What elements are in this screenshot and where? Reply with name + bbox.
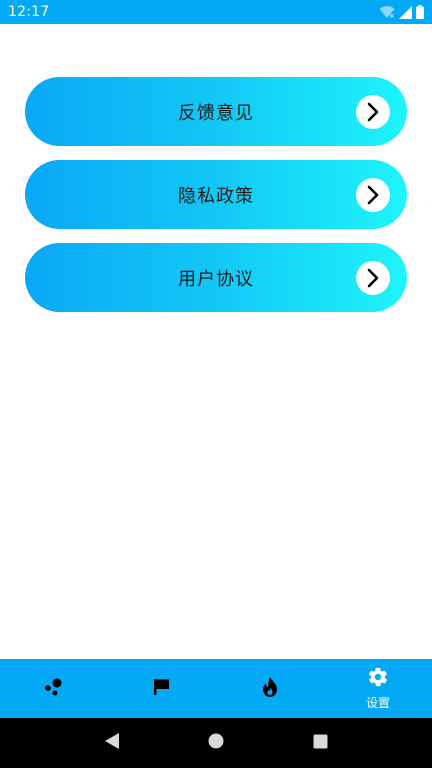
- nav-item-flag[interactable]: [108, 659, 216, 718]
- bottom-nav: 设置: [0, 659, 432, 718]
- battery-icon: [416, 5, 424, 19]
- recents-icon[interactable]: [313, 734, 328, 753]
- user-agreement-button[interactable]: 用户协议: [25, 243, 407, 312]
- feedback-label: 反馈意见: [178, 102, 254, 124]
- status-time: 12:17: [8, 4, 50, 20]
- home-icon[interactable]: [208, 733, 224, 753]
- chevron-right-icon: [356, 177, 390, 212]
- nav-item-settings[interactable]: 设置: [324, 659, 432, 718]
- dots-icon: [43, 677, 65, 701]
- settings-menu: 反馈意见 隐私政策 用户协议: [25, 77, 407, 326]
- wifi-icon: ×: [379, 5, 395, 19]
- nav-item-dots[interactable]: [0, 659, 108, 718]
- feedback-button[interactable]: 反馈意见: [25, 77, 407, 146]
- flame-icon: [260, 676, 280, 702]
- system-nav-bar: [0, 718, 432, 768]
- svg-text:×: ×: [389, 12, 395, 19]
- status-bar: 12:17 ×: [0, 0, 432, 24]
- privacy-policy-button[interactable]: 隐私政策: [25, 160, 407, 229]
- chevron-right-icon: [356, 260, 390, 295]
- privacy-policy-label: 隐私政策: [178, 185, 254, 207]
- back-icon[interactable]: [104, 732, 120, 754]
- status-icons: ×: [379, 5, 424, 19]
- nav-label-settings: 设置: [365, 696, 390, 710]
- chevron-right-icon: [356, 94, 390, 129]
- signal-icon: [399, 5, 412, 19]
- flag-icon: [152, 677, 172, 701]
- nav-item-hot[interactable]: [216, 659, 324, 718]
- user-agreement-label: 用户协议: [178, 268, 254, 290]
- gear-icon: [367, 666, 389, 692]
